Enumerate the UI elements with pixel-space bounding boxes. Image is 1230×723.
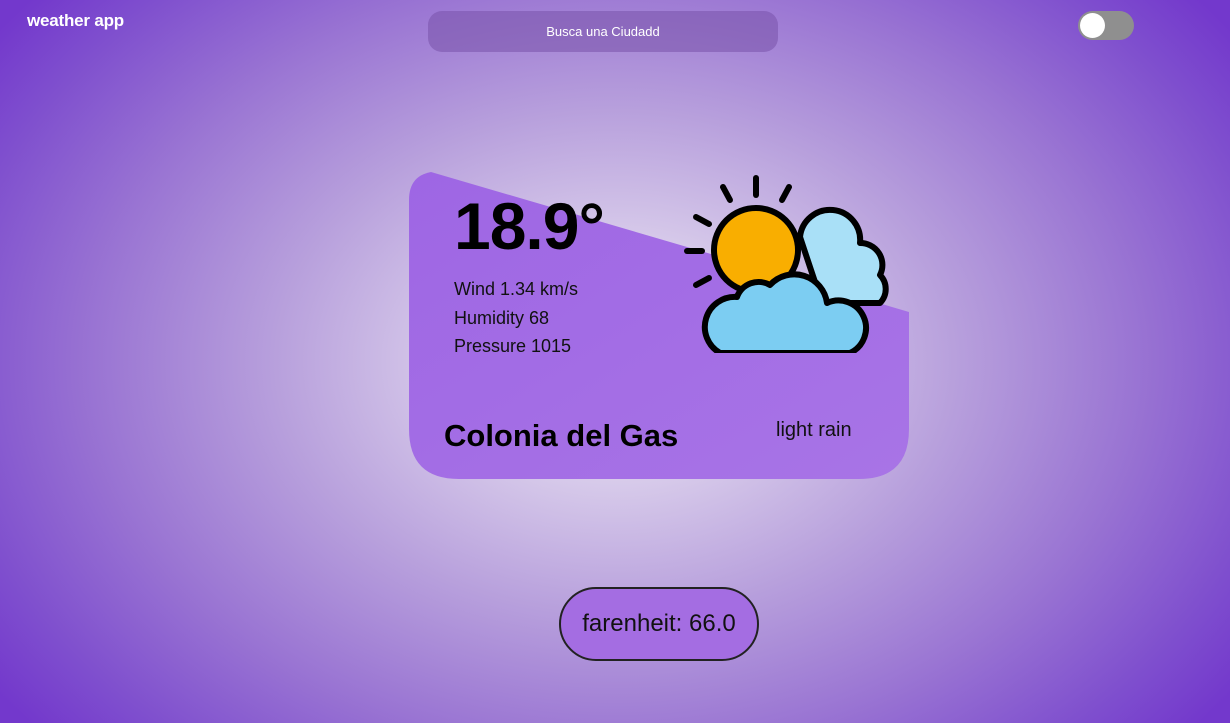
- city-search-input[interactable]: [428, 11, 778, 52]
- app-title: weather app: [27, 11, 124, 30]
- city-name: Colonia del Gas: [444, 418, 679, 453]
- humidity-value: Humidity 68: [454, 307, 550, 328]
- temperature: 18.9°: [454, 189, 605, 263]
- toggle-knob: [1080, 13, 1105, 38]
- pressure-value: Pressure 1015: [454, 336, 572, 356]
- fahrenheit-toggle-button[interactable]: farenheit: 66.0: [559, 587, 759, 661]
- weather-description: light rain: [776, 419, 852, 441]
- weather-details: Wind 1.34 km/s Humidity 68 Pressure 1015: [454, 275, 578, 361]
- wind-value: Wind 1.34 km/s: [454, 279, 579, 299]
- weather-card: 18.9° Wind 1.34 km/s Humidity 68 Pressur…: [409, 170, 909, 479]
- theme-toggle[interactable]: [1078, 11, 1134, 40]
- sun-behind-clouds-icon: [684, 175, 889, 353]
